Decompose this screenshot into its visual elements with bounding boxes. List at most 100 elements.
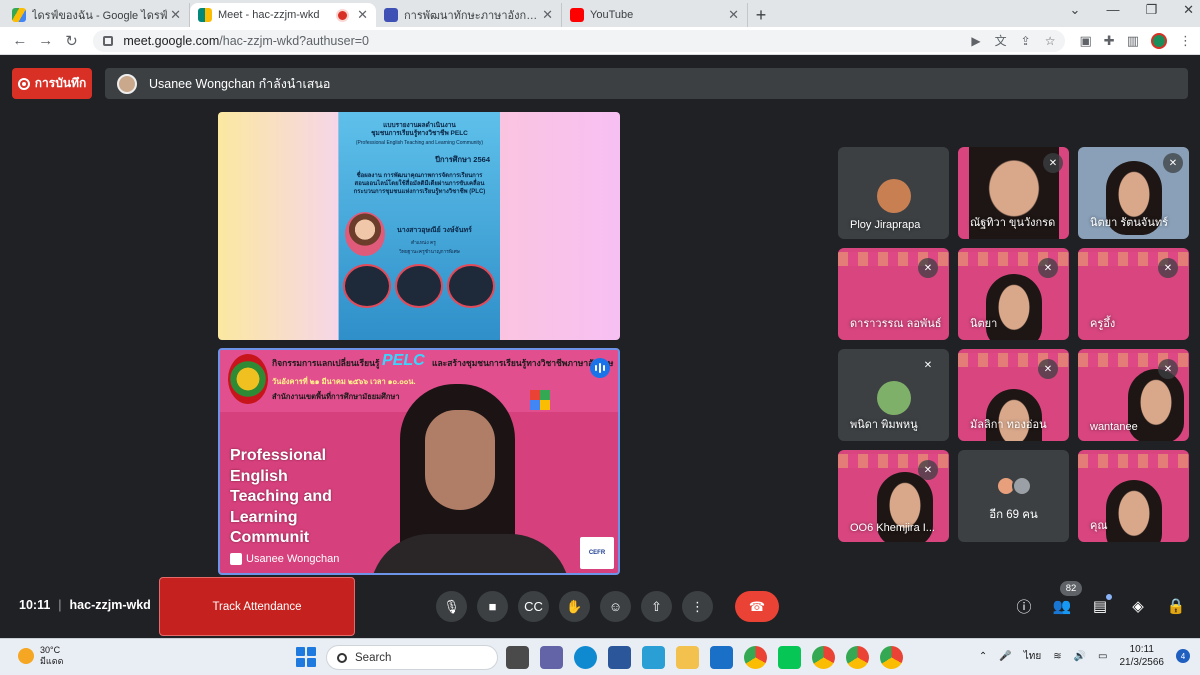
slide-overlay-text: Professional English Teaching and Learni…: [230, 447, 332, 546]
menu-kebab-icon[interactable]: ⋮: [1179, 33, 1192, 49]
participant-tile[interactable]: ✕ ดาราวรรณ ลอพันธ์: [838, 248, 949, 340]
captions-icon[interactable]: CC: [518, 591, 549, 622]
new-tab-button[interactable]: +: [748, 3, 774, 27]
tab-title: Meet - hac-zzjm-wkd: [218, 9, 320, 21]
participant-name: มัลลิกา ทองอ่อน: [970, 419, 1047, 431]
close-tab-icon[interactable]: ✕: [542, 7, 553, 23]
participant-name: พนิดา พิมพหนู: [850, 419, 918, 431]
maximize-icon[interactable]: ❐: [1145, 2, 1157, 18]
chrome-profile-icon[interactable]: [812, 646, 835, 669]
present-screen-icon[interactable]: ⇧: [641, 591, 672, 622]
file-explorer-icon[interactable]: [676, 646, 699, 669]
chrome-profile-icon[interactable]: [880, 646, 903, 669]
activities-icon[interactable]: ◈: [1128, 596, 1148, 616]
puzzle-icon[interactable]: ✚: [1104, 33, 1115, 49]
tab-title: ไดรฟ์ของฉัน - Google ไดรฟ์: [32, 10, 168, 22]
recording-label: การบันทึก: [34, 76, 87, 90]
self-view-tile[interactable]: คุณ: [1078, 450, 1189, 542]
participant-tile[interactable]: ✕ มัลลิกา ทองอ่อน: [958, 349, 1069, 441]
profile-avatar[interactable]: [1150, 32, 1167, 49]
address-bar[interactable]: meet.google.com/hac-zzjm-wkd?authuser=0 …: [93, 29, 1066, 52]
main-speaker-video[interactable]: กิจกรรมการแลกเปลี่ยนเรียนรู้ PELC และสร้…: [218, 348, 620, 575]
task-view-icon[interactable]: [506, 646, 529, 669]
participants-avatars: [995, 476, 1032, 496]
tab-meet[interactable]: Meet - hac-zzjm-wkd ✕: [190, 3, 376, 27]
taskbar-search[interactable]: Search: [326, 645, 498, 670]
participant-tile[interactable]: Ploy Jiraprapa: [838, 147, 949, 239]
back-icon[interactable]: ←: [8, 30, 32, 52]
close-window-icon[interactable]: ✕: [1183, 2, 1194, 18]
volume-icon[interactable]: 🔊: [1074, 651, 1086, 662]
participant-tile[interactable]: ✕ wantanee: [1078, 349, 1189, 441]
chevron-up-icon[interactable]: ⌃: [979, 651, 987, 662]
forward-icon[interactable]: →: [34, 30, 58, 52]
word-icon[interactable]: [608, 646, 631, 669]
bookmark-star-icon[interactable]: ☆: [1045, 34, 1056, 48]
participant-tile[interactable]: ✕ OO6 Khemjira I...: [838, 450, 949, 542]
close-tab-icon[interactable]: ✕: [170, 7, 181, 23]
windows-taskbar: 30°C มีแดด Search ⌃ 🎤 ไทย ≋ 🔊 ▭ 10:11 21/3…: [0, 638, 1200, 675]
chrome-icon[interactable]: [744, 646, 767, 669]
participant-name: ครูอึ้ง: [1090, 318, 1116, 330]
tab-google-drive[interactable]: ไดรฟ์ของฉัน - Google ไดรฟ์ ✕: [4, 3, 190, 27]
meeting-code: hac-zzjm-wkd: [69, 598, 151, 612]
edge-icon[interactable]: [574, 646, 597, 669]
mic-tray-icon[interactable]: 🎤: [999, 651, 1011, 662]
close-tab-icon[interactable]: ✕: [728, 7, 739, 23]
recording-indicator-icon: [336, 8, 350, 22]
more-participants-tile[interactable]: อีก 69 คน: [958, 450, 1069, 542]
participant-tile[interactable]: ✕ ณัฐทิวา ขุนวังกรด: [958, 147, 1069, 239]
camera-icon[interactable]: ▶: [971, 34, 980, 48]
info-icon[interactable]: ⓘ: [1014, 596, 1034, 616]
taskbar-clock[interactable]: 10:11 21/3/2566: [1120, 643, 1165, 669]
track-attendance-button[interactable]: Track Attendance: [159, 577, 355, 636]
mic-off-icon: ✕: [918, 355, 938, 375]
microphone-icon[interactable]: 🎙: [436, 591, 467, 622]
tab-forms[interactable]: การพัฒนาทักษะภาษาอังกฤษ English ✕: [376, 3, 562, 27]
participant-tile[interactable]: ✕ นิตยา: [958, 248, 1069, 340]
camera-toggle-icon[interactable]: ■: [477, 591, 508, 622]
presenter-bar: Usanee Wongchan กำลังนำเสนอ: [105, 68, 1188, 99]
youtube-icon: [570, 8, 584, 22]
battery-icon[interactable]: ▭: [1098, 651, 1107, 662]
people-icon[interactable]: 👥: [1052, 596, 1072, 616]
translate-icon[interactable]: 文: [995, 32, 1007, 49]
banner-line-1: กิจกรรมการแลกเปลี่ยนเรียนรู้: [272, 358, 380, 368]
start-button[interactable]: [296, 647, 316, 667]
close-tab-icon[interactable]: ✕: [357, 7, 368, 23]
browser-tab-strip: ไดรฟ์ของฉัน - Google ไดรฟ์ ✕ Meet - hac-…: [0, 0, 1200, 27]
slide-document: แบบรายงานผลดำเนินงาน ชุมชนการเรียนรู้ทางว…: [339, 112, 500, 340]
weather-widget[interactable]: 30°C มีแดด: [18, 645, 63, 667]
more-options-icon[interactable]: ⋮: [682, 591, 713, 622]
lock-icon[interactable]: [103, 35, 114, 46]
participant-tile[interactable]: ✕ นิตยา รัตนจันทร์: [1078, 147, 1189, 239]
participant-tile[interactable]: ✕ ครูอึ้ง: [1078, 248, 1189, 340]
google-meet-icon: [198, 8, 212, 22]
mail-icon[interactable]: [710, 646, 733, 669]
line-app-icon[interactable]: [642, 646, 665, 669]
sidepanel-icon[interactable]: ▥: [1127, 33, 1139, 49]
recording-button[interactable]: การบันทึก: [12, 68, 92, 99]
emoji-icon[interactable]: ☺: [600, 591, 631, 622]
language-indicator[interactable]: ไทย: [1024, 649, 1041, 664]
chat-teams-icon[interactable]: [540, 646, 563, 669]
minimize-icon[interactable]: —: [1106, 2, 1119, 18]
participant-tile[interactable]: ✕ พนิดา พิมพหนู: [838, 349, 949, 441]
raise-hand-icon[interactable]: ✋: [559, 591, 590, 622]
chat-icon[interactable]: ▤: [1090, 594, 1112, 616]
tab-youtube[interactable]: YouTube ✕: [562, 3, 748, 27]
line-chat-icon[interactable]: [778, 646, 801, 669]
chrome-profile-icon[interactable]: [846, 646, 869, 669]
presentation-tile[interactable]: แบบรายงานผลดำเนินงาน ชุมชนการเรียนรู้ทางว…: [218, 112, 620, 340]
cefr-logo: CEFR: [580, 537, 614, 569]
wifi-icon[interactable]: ≋: [1053, 651, 1061, 662]
reload-icon[interactable]: ↻: [60, 30, 84, 52]
share-icon[interactable]: ⇪: [1021, 34, 1031, 48]
extension-icon[interactable]: ▣: [1079, 33, 1091, 49]
host-controls-icon[interactable]: 🔒: [1166, 596, 1186, 616]
notification-badge[interactable]: 4: [1176, 649, 1190, 663]
end-call-button[interactable]: ☎: [735, 591, 779, 622]
participant-name: Ploy Jiraprapa: [850, 219, 921, 231]
taskbar-apps: [506, 646, 903, 669]
tab-search-icon[interactable]: ⌄: [1070, 2, 1081, 18]
